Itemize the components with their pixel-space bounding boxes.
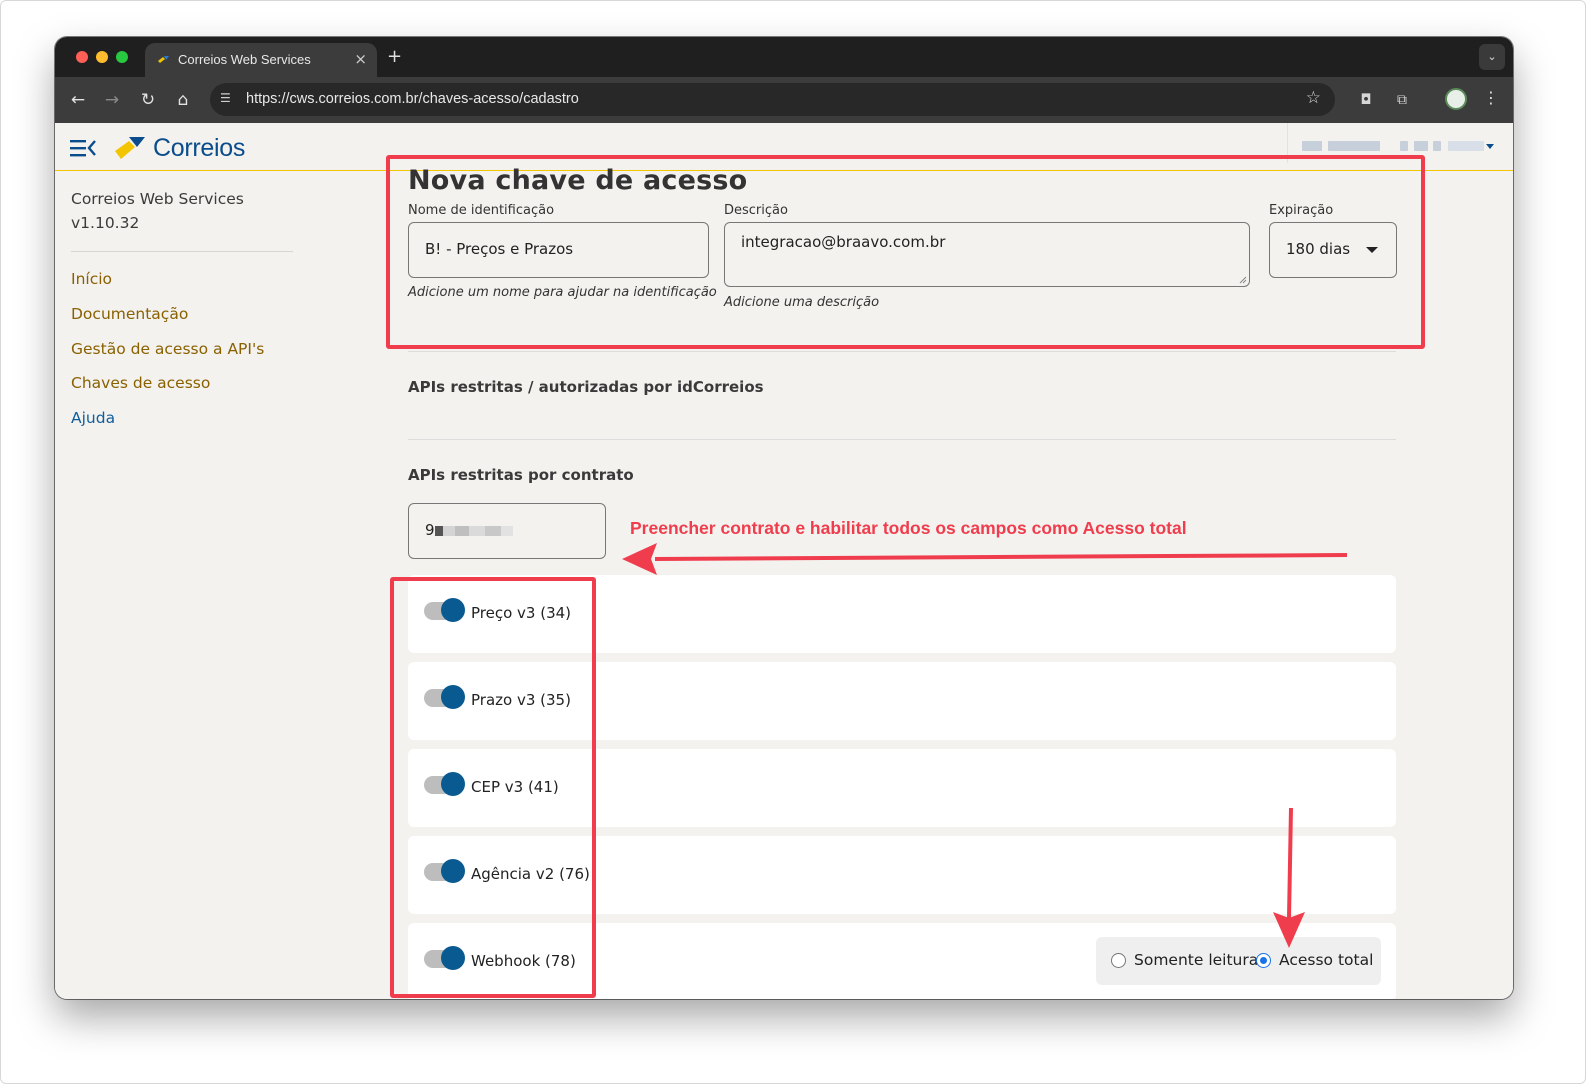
close-window-button[interactable] [76, 51, 88, 63]
back-arrow-icon[interactable]: ← [67, 89, 89, 111]
contract-value: 9 [425, 521, 435, 539]
app-version: v1.10.32 [71, 214, 140, 232]
annotation-arrow-down-icon [1273, 807, 1305, 948]
tab-title: Correios Web Services [178, 52, 311, 67]
redacted-user-text [1448, 141, 1484, 151]
sidebar-item-documentacao[interactable]: Documentação [71, 305, 188, 323]
annotation-highlight-form [386, 155, 1425, 349]
home-icon[interactable]: ⌂ [172, 89, 194, 111]
address-bar[interactable]: ☰ https://cws.correios.com.br/chaves-ace… [210, 83, 1335, 116]
browser-toolbar: ← → ↻ ⌂ ☰ https://cws.correios.com.br/ch… [55, 77, 1513, 123]
restricted-contract-title: APIs restritas por contrato [408, 466, 634, 484]
sidebar-item-inicio[interactable]: Início [71, 270, 112, 288]
redacted-user-text [1414, 141, 1428, 151]
redacted-user-text [1328, 141, 1380, 151]
correios-favicon-icon [158, 56, 169, 63]
app-name: Correios Web Services v1.10.32 [71, 187, 291, 235]
redacted-user-text [1302, 141, 1322, 151]
access-level-group: Somente leitura Acesso total [1096, 937, 1381, 985]
tab-strip: Correios Web Services × + ⌄ [55, 37, 1513, 77]
user-menu-caret-icon [1486, 144, 1494, 149]
redacted-user-text [1400, 141, 1408, 151]
full-access-radio[interactable] [1256, 953, 1271, 968]
sidebar-item-ajuda[interactable]: Ajuda [71, 409, 115, 427]
browser-menu-icon[interactable]: ⋮ [1483, 88, 1499, 107]
correios-logo[interactable]: Correios [115, 133, 245, 163]
sidebar-divider [71, 251, 293, 252]
contract-field[interactable]: 9 [408, 503, 606, 559]
read-only-radio[interactable] [1111, 953, 1126, 968]
redacted-contract-number [435, 526, 513, 536]
extensions-puzzle-icon[interactable]: ⧉ [1392, 90, 1412, 110]
restricted-id-title: APIs restritas / autorizadas por idCorre… [408, 378, 764, 396]
redacted-user-text [1433, 141, 1441, 151]
browser-tab[interactable]: Correios Web Services × [145, 43, 377, 77]
annotation-arrow-left-icon [622, 543, 1348, 575]
correios-logo-icon [115, 137, 145, 159]
sidebar-item-chaves-acesso[interactable]: Chaves de acesso [71, 374, 210, 392]
divider [408, 351, 1396, 352]
profile-avatar[interactable] [1445, 88, 1467, 110]
camera-extension-icon[interactable]: ◘ [1356, 90, 1376, 110]
sidebar-item-gestao-acesso[interactable]: Gestão de acesso a API's [71, 340, 264, 358]
new-tab-button[interactable]: + [387, 46, 402, 67]
minimize-window-button[interactable] [96, 51, 108, 63]
url-text: https://cws.correios.com.br/chaves-acess… [246, 91, 579, 107]
site-settings-icon[interactable]: ☰ [220, 91, 238, 109]
reload-icon[interactable]: ↻ [137, 89, 159, 111]
forward-arrow-icon[interactable]: → [101, 89, 123, 111]
bookmark-star-icon[interactable]: ☆ [1306, 88, 1321, 108]
tab-search-chevron-icon[interactable]: ⌄ [1479, 44, 1505, 70]
app-title: Correios Web Services [71, 190, 244, 208]
tab-close-icon[interactable]: × [354, 50, 367, 68]
maximize-window-button[interactable] [116, 51, 128, 63]
logo-text: Correios [153, 133, 246, 162]
divider [408, 439, 1396, 440]
menu-toggle-icon[interactable] [70, 139, 96, 157]
annotation-highlight-toggles [390, 577, 596, 998]
read-only-label[interactable]: Somente leitura [1134, 951, 1258, 969]
